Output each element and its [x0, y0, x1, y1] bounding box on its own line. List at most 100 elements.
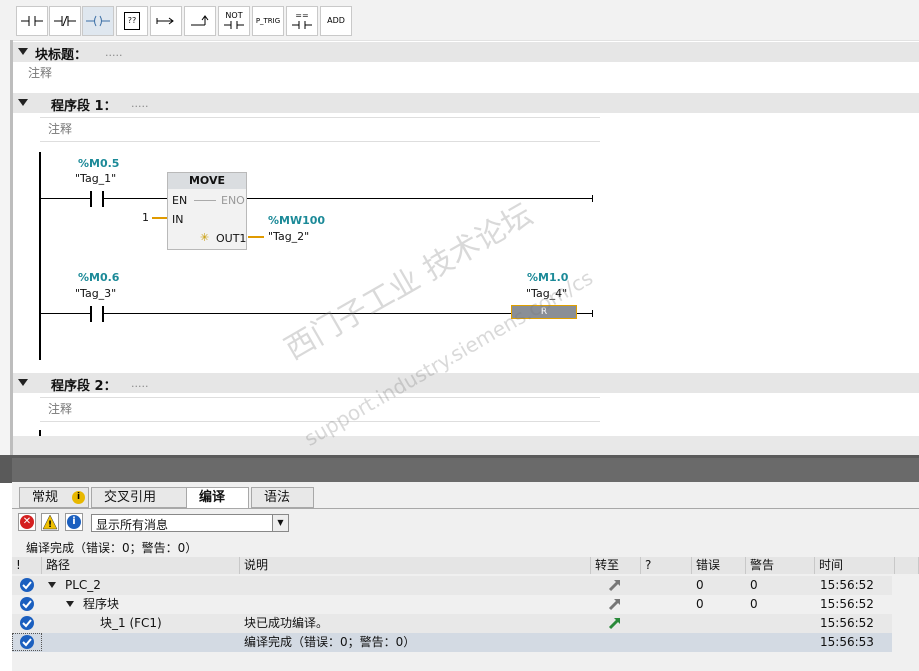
- success-check-icon: [20, 616, 34, 630]
- row-time: 15:56:52: [820, 616, 874, 630]
- goto-arrow-icon[interactable]: [608, 597, 622, 611]
- network-1-title[interactable]: .....: [131, 97, 148, 110]
- focus-outline: [12, 633, 42, 651]
- sparkle-icon: ✳: [200, 231, 210, 244]
- col-help[interactable]: ?: [641, 557, 692, 574]
- block-comment[interactable]: 注释: [28, 64, 52, 81]
- divider: [40, 397, 600, 398]
- out1-pin: OUT1: [216, 232, 247, 245]
- table-row[interactable]: 程序块 0 0 15:56:52: [12, 595, 892, 614]
- show-warnings-button[interactable]: !: [41, 513, 59, 531]
- message-filter-select[interactable]: 显示所有消息 ▼: [91, 514, 289, 532]
- coil-button[interactable]: [82, 6, 114, 36]
- error-icon: ✕: [20, 515, 34, 529]
- contact-left-bar[interactable]: [90, 306, 92, 322]
- contact-left-bar[interactable]: [90, 191, 92, 207]
- network-1-bar[interactable]: 程序段 1： .....: [13, 93, 919, 114]
- info-icon: i: [67, 515, 81, 529]
- info-icon: i: [72, 491, 85, 504]
- wire: [577, 313, 593, 314]
- open-branch-button[interactable]: [150, 6, 182, 36]
- close-branch-button[interactable]: [184, 6, 216, 36]
- network-2-comment[interactable]: 注释: [48, 400, 72, 417]
- expand-triangle-icon[interactable]: [48, 582, 56, 588]
- tab-compile[interactable]: 编译: [186, 487, 249, 509]
- not-button[interactable]: NOT: [218, 6, 250, 36]
- network-1-comment[interactable]: 注释: [48, 120, 72, 137]
- close-branch-icon: [191, 15, 209, 26]
- expand-triangle-icon[interactable]: [66, 601, 74, 607]
- block-title-value[interactable]: .....: [105, 46, 122, 59]
- table-row[interactable]: 块_1 (FC1) 块已成功编译。 15:56:52: [12, 614, 892, 633]
- contact-right-bar[interactable]: [102, 306, 104, 322]
- svg-text:!: !: [48, 520, 52, 530]
- collapse-triangle-icon[interactable]: [18, 99, 28, 106]
- contact-address[interactable]: %M0.6: [78, 271, 119, 284]
- tab-cross-reference[interactable]: 交叉引用: [91, 487, 188, 508]
- col-errors[interactable]: 错误: [692, 557, 746, 574]
- col-goto[interactable]: 转至: [591, 557, 641, 574]
- row-time: 15:56:52: [820, 578, 874, 592]
- network-2-bar[interactable]: 程序段 2： .....: [13, 373, 919, 394]
- move-title: MOVE: [168, 173, 246, 189]
- show-info-button[interactable]: i: [65, 513, 83, 531]
- col-status[interactable]: !: [12, 557, 42, 574]
- eno-pin: ENO: [221, 194, 245, 207]
- p-trig-icon: P_TRIG: [255, 17, 281, 25]
- compare-button[interactable]: ==: [286, 6, 318, 36]
- empty-box-button[interactable]: ??: [116, 6, 148, 36]
- row-path: PLC_2: [65, 578, 101, 592]
- out-connector: [248, 236, 264, 238]
- contact-tag[interactable]: "Tag_1": [75, 172, 116, 185]
- compile-summary: 编译完成（错误：0；警告：0）: [26, 541, 198, 555]
- tab-underline: [12, 508, 919, 509]
- table-row[interactable]: 编译完成（错误：0；警告：0） 15:56:53: [12, 633, 892, 652]
- network-1-label: 程序段 1：: [51, 99, 117, 114]
- tab-label: 编译: [199, 490, 226, 505]
- wire: [247, 198, 593, 199]
- panel-splitter-inner[interactable]: [12, 458, 919, 482]
- goto-arrow-icon[interactable]: [608, 616, 622, 630]
- normally-open-contact-button[interactable]: [16, 6, 48, 36]
- en-pin: EN: [172, 194, 188, 207]
- row-warnings: 0: [750, 578, 758, 592]
- collapse-triangle-icon[interactable]: [18, 48, 28, 55]
- network-2-label: 程序段 2：: [51, 379, 117, 394]
- warning-icon: !: [42, 514, 58, 530]
- block-title-bar[interactable]: 块标题： .....: [13, 42, 919, 63]
- out-tag[interactable]: "Tag_2": [268, 230, 309, 243]
- chevron-down-icon[interactable]: ▼: [272, 515, 288, 531]
- col-time[interactable]: 时间: [815, 557, 895, 574]
- power-rail: [39, 152, 41, 360]
- contact-tag[interactable]: "Tag_3": [75, 287, 116, 300]
- tab-syntax[interactable]: 语法: [251, 487, 314, 508]
- contact-right-bar[interactable]: [102, 191, 104, 207]
- row-warnings: 0: [750, 597, 758, 611]
- p-trig-button[interactable]: P_TRIG: [252, 6, 284, 36]
- coil-icon: [86, 15, 110, 27]
- col-warnings[interactable]: 警告: [746, 557, 815, 574]
- en-eno-line: [194, 200, 216, 201]
- collapse-triangle-icon[interactable]: [18, 379, 28, 386]
- row-errors: 0: [696, 578, 704, 592]
- out-address[interactable]: %MW100: [268, 214, 325, 227]
- empty-box-icon: ??: [124, 12, 140, 30]
- table-row[interactable]: PLC_2 0 0 15:56:52: [12, 576, 892, 595]
- contact-address[interactable]: %M0.5: [78, 157, 119, 170]
- not-contact-icon: NOT: [225, 11, 243, 20]
- normally-closed-contact-button[interactable]: [49, 6, 81, 36]
- editor-bottom-bar: [13, 436, 919, 455]
- move-instruction-box[interactable]: MOVE EN ENO IN ✳ OUT1: [167, 172, 247, 250]
- goto-arrow-icon[interactable]: [608, 578, 622, 592]
- success-check-icon: [20, 578, 34, 592]
- add-button[interactable]: ADD: [320, 6, 352, 36]
- tab-general[interactable]: 常规 i: [19, 487, 89, 508]
- show-errors-button[interactable]: ✕: [18, 513, 36, 531]
- col-path[interactable]: 路径: [42, 557, 240, 574]
- col-description[interactable]: 说明: [240, 557, 591, 574]
- network-2-title[interactable]: .....: [131, 377, 148, 390]
- in-value[interactable]: 1: [142, 211, 149, 224]
- col-filler: [895, 557, 919, 574]
- rung-end: [592, 195, 593, 202]
- row-description: 编译完成（错误：0；警告：0）: [244, 635, 416, 649]
